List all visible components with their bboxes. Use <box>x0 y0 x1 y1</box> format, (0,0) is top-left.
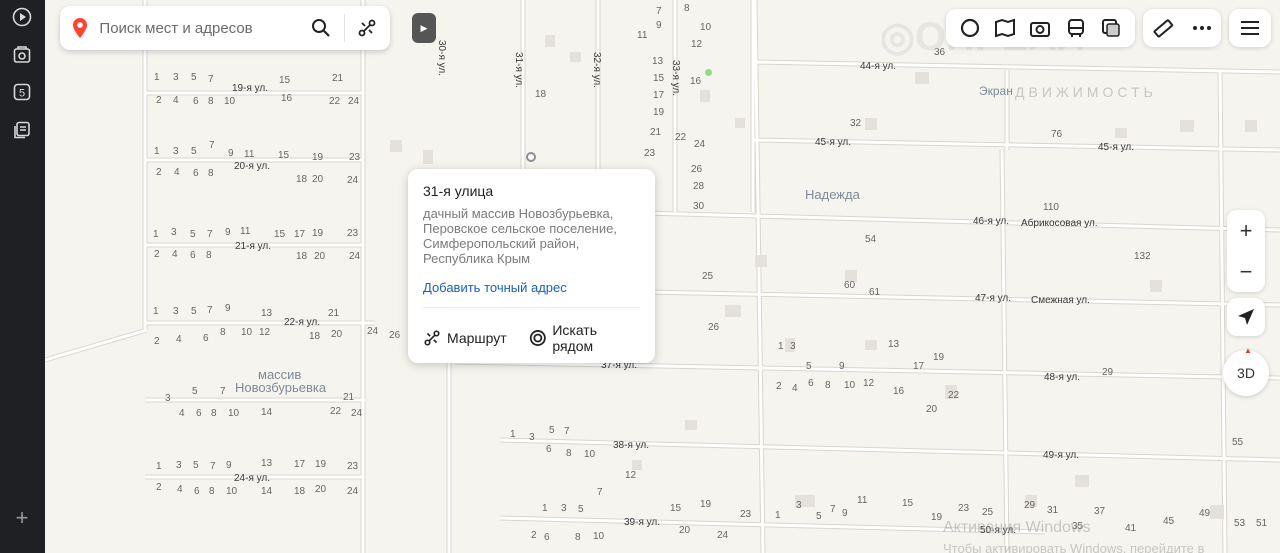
map-tools-toolbar <box>1143 9 1221 47</box>
search-input[interactable] <box>99 19 299 37</box>
panorama-icon[interactable] <box>991 14 1019 42</box>
zoom-in-button[interactable]: + <box>1227 210 1265 251</box>
watermark-text: ДВИЖИМОСТЬ <box>1015 84 1157 100</box>
five-badge-icon[interactable]: 5 <box>11 81 33 103</box>
layers-icon[interactable] <box>1097 14 1125 42</box>
navigation-arrow-icon <box>1238 309 1254 325</box>
hamburger-icon <box>1241 21 1259 35</box>
photo-icon[interactable] <box>1026 14 1054 42</box>
street-label: Смежная ул. <box>1031 295 1090 306</box>
place-label: Новозбурьевка <box>235 380 327 395</box>
poi-marker[interactable] <box>705 69 712 76</box>
street-label: 22-я ул. <box>284 317 321 328</box>
street-label: 49-я ул. <box>1043 450 1080 461</box>
add-address-link[interactable]: Добавить точный адрес <box>423 280 640 308</box>
play-icon[interactable] <box>11 6 33 28</box>
street-label: 19-я ул. <box>232 83 269 94</box>
place-label: Экран <box>979 84 1013 98</box>
route-icon <box>424 330 440 346</box>
search-nearby-action[interactable]: Искать рядом <box>529 322 640 354</box>
zoom-control: + − <box>1227 210 1265 292</box>
zoom-out-button[interactable]: − <box>1227 251 1265 292</box>
my-location-button[interactable] <box>1227 298 1265 336</box>
windows-activation-watermark: Активация Windows <box>943 519 1091 536</box>
3d-label: 3D <box>1237 365 1255 381</box>
popup-title: 31-я улица <box>423 183 494 199</box>
collapse-panel-button[interactable]: ▶ <box>412 13 436 43</box>
route-action[interactable]: Маршрут <box>423 322 507 354</box>
search-icon <box>312 19 330 37</box>
street-label: 33-я ул. <box>670 60 681 97</box>
street-label: 30-я ул. <box>436 40 447 77</box>
svg-text:5: 5 <box>19 88 25 100</box>
street-label: 45-я ул. <box>815 137 852 148</box>
add-icon[interactable]: + <box>11 505 33 530</box>
street-label: Абрикосовая ул. <box>1021 218 1098 229</box>
street-label: 45-я ул. <box>1098 142 1135 153</box>
transport-icon[interactable] <box>1062 14 1090 42</box>
main-menu-button[interactable] <box>1229 9 1271 47</box>
documents-icon[interactable] <box>11 119 33 141</box>
route-button[interactable] <box>345 6 390 50</box>
place-label: Надежда <box>805 187 860 202</box>
street-label: 32-я ул. <box>591 52 602 89</box>
route-icon <box>358 19 376 37</box>
place-popup: 31-я улица дачный массив Новозбурьевка, … <box>408 169 655 363</box>
map-pin-icon <box>60 17 99 39</box>
street-label: 21-я ул. <box>235 241 272 252</box>
street-label: 38-я ул. <box>613 440 650 451</box>
street-label: 24-я ул. <box>234 473 271 484</box>
popup-address: дачный массив Новозбурьевка, Перовское с… <box>423 206 617 266</box>
street-label: 47-я ул. <box>975 293 1012 304</box>
more-icon[interactable] <box>1188 14 1216 42</box>
search-box <box>60 6 390 50</box>
street-label: 20-я ул. <box>234 161 271 172</box>
map-layers-toolbar <box>946 9 1135 47</box>
street-label: 39-я ул. <box>624 517 661 528</box>
camera-icon[interactable] <box>11 44 33 66</box>
poi-marker[interactable] <box>526 152 536 162</box>
ruler-icon[interactable] <box>1149 14 1177 42</box>
map-canvas[interactable]: 19-я ул. 20-я ул. 21-я ул. 22-я ул. 24-я… <box>45 0 1280 553</box>
compass-north-icon: ▲ <box>1244 346 1252 355</box>
street-label: 31-я ул. <box>513 52 524 89</box>
street-label: 48-я ул. <box>1044 372 1081 383</box>
3d-view-button[interactable]: 3D ▲ <box>1223 346 1269 396</box>
street-label: 44-я ул. <box>860 61 897 72</box>
layer-scheme-icon[interactable] <box>956 14 984 42</box>
windows-activation-watermark: Чтобы активировать Windows, перейдите в <box>943 541 1205 553</box>
target-icon <box>529 330 546 346</box>
search-button[interactable] <box>298 6 343 50</box>
street-label: 46-я ул. <box>973 216 1010 227</box>
browser-sidebar: 5 + <box>0 0 45 553</box>
